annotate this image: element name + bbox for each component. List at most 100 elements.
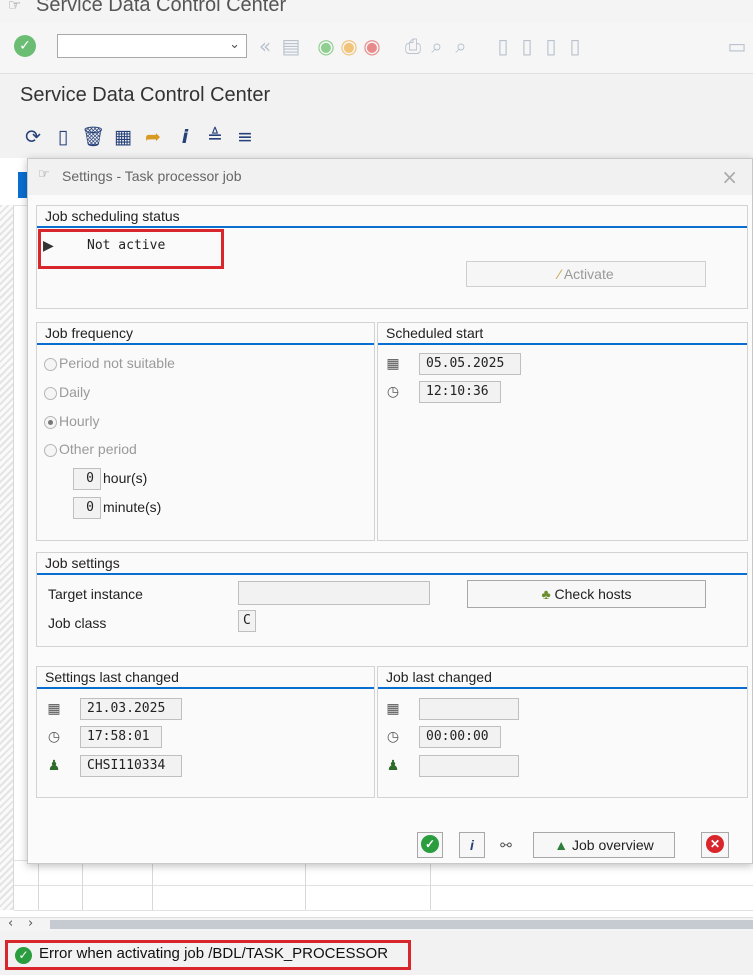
grid-line (82, 860, 83, 910)
back-icon[interactable]: ◉ (315, 34, 337, 58)
group-heading-text: Job scheduling status (45, 208, 180, 224)
first-page-icon[interactable]: ▯ (492, 34, 514, 58)
app-title: Service Data Control Center (20, 84, 271, 106)
radio-label: Other period (59, 441, 137, 457)
chevron-down-icon[interactable]: ⌄ (229, 37, 240, 52)
command-field[interactable]: ⌄ (57, 34, 247, 58)
close-icon[interactable]: × (721, 165, 738, 189)
minutes-input[interactable]: 0 (73, 497, 101, 519)
find-icon[interactable]: ⌕ (426, 34, 448, 58)
job-frequency-group: Job frequency Period not suitable Daily … (36, 322, 375, 541)
job-changed-user-field[interactable] (419, 755, 519, 777)
new-session-icon[interactable]: ▭ (726, 34, 748, 58)
job-overview-icon: ▲ (554, 837, 573, 853)
cancel-icon: ✕ (706, 835, 724, 853)
group-heading: Job scheduling status (37, 206, 747, 228)
grid-line (152, 860, 153, 910)
radio-label: Period not suitable (59, 355, 175, 371)
exit-icon[interactable]: ◉ (338, 34, 360, 58)
group-heading-text: Settings last changed (45, 669, 179, 685)
grid-line (430, 860, 431, 910)
print-icon[interactable]: ⎙ (402, 34, 424, 58)
window-menu-icon[interactable]: ☞ (8, 0, 21, 14)
refresh-icon[interactable]: ⟳ (20, 124, 46, 150)
scroll-right-icon[interactable]: › (28, 916, 33, 931)
activate-button-label: Activate (563, 266, 614, 282)
system-toolbar: ✓ ⌄ « ▤ ◉ ◉ ◉ ⎙ ⌕ ⌕ ▯ ▯ ▯ ▯ ▭ (0, 22, 753, 74)
dialog-title: Settings - Task processor job (62, 168, 242, 184)
next-page-icon[interactable]: ▯ (540, 34, 562, 58)
horizontal-scrollbar[interactable]: ‹ › (0, 916, 753, 931)
activate-button[interactable]: ⁄ Activate (466, 261, 706, 287)
job-overview-button[interactable]: ▲ Job overview (533, 832, 675, 858)
cancel-icon[interactable]: ◉ (361, 34, 383, 58)
hours-input[interactable]: 0 (73, 468, 101, 490)
details-icon[interactable]: ▦ (110, 124, 136, 150)
technical-settings-button[interactable]: ⚯ (493, 832, 519, 858)
grid-line (38, 860, 39, 910)
app-title-bar: Service Data Control Center (0, 74, 753, 120)
scheduled-time-field[interactable]: 12:10:36 (419, 381, 501, 403)
job-class-label: Job class (48, 615, 107, 631)
dialog-titlebar: ☞ Settings - Task processor job × (28, 159, 752, 195)
target-instance-field[interactable] (238, 581, 430, 605)
scrollbar-thumb[interactable] (50, 920, 753, 929)
group-heading: Job last changed (378, 667, 747, 689)
new-document-icon[interactable]: ▯ (50, 124, 76, 150)
group-heading: Job settings (37, 553, 747, 575)
find-next-icon[interactable]: ⌕ (450, 34, 472, 58)
confirm-button[interactable]: ✓ (417, 832, 443, 858)
radio-label: Hourly (59, 413, 100, 429)
settings-changed-user-field[interactable]: CHSI110334 (80, 755, 182, 777)
delete-icon[interactable]: 🗑 (80, 124, 106, 150)
target-instance-label: Target instance (48, 586, 143, 602)
radio-period-not-suitable[interactable] (44, 358, 57, 371)
scroll-left-icon[interactable]: ‹ (8, 916, 13, 931)
dialog-menu-icon[interactable]: ☞ (38, 167, 50, 182)
application-toolbar: ⟳ ▯ 🗑 ▦ ➦ i ≜ ≡ (0, 120, 753, 158)
job-changed-date-field[interactable] (419, 698, 519, 720)
settings-dialog: ☞ Settings - Task processor job × Job sc… (27, 158, 753, 864)
radio-hourly[interactable] (44, 416, 57, 429)
info-icon[interactable]: i (172, 124, 198, 150)
save-icon[interactable]: ▤ (280, 34, 302, 58)
radio-daily[interactable] (44, 387, 57, 400)
filter-icon[interactable]: ≡ (232, 124, 258, 150)
status-message-highlight[interactable]: ✓ Error when activating job /BDL/TASK_PR… (5, 940, 411, 970)
group-heading: Scheduled start (378, 323, 747, 345)
previous-page-icon[interactable]: ▯ (516, 34, 538, 58)
info-icon: i (470, 837, 474, 853)
settings-changed-date-field[interactable]: 21.03.2025 (80, 698, 182, 720)
clock-icon: ◷ (47, 729, 61, 745)
check-hosts-button[interactable]: ♣ Check hosts (467, 580, 706, 608)
radio-other-period[interactable] (44, 444, 57, 457)
calendar-icon: ▦ (47, 701, 61, 717)
sort-icon[interactable]: ≜ (202, 124, 228, 150)
row-selector-column (0, 205, 14, 910)
double-left-icon[interactable]: « (254, 34, 276, 58)
status-bar: ✓ Error when activating job /BDL/TASK_PR… (0, 931, 753, 975)
check-hosts-label: Check hosts (554, 586, 632, 602)
user-icon: ♟ (386, 758, 400, 774)
group-heading-text: Job settings (45, 555, 120, 571)
job-overview-label: Job overview (572, 837, 654, 853)
cancel-button[interactable]: ✕ (701, 832, 729, 858)
settings-changed-time-field[interactable]: 17:58:01 (80, 726, 162, 748)
last-page-icon[interactable]: ▯ (564, 34, 586, 58)
settings-last-changed-group: Settings last changed ▦ 21.03.2025 ◷ 17:… (36, 666, 375, 798)
export-icon[interactable]: ➦ (140, 124, 166, 150)
scheduled-start-group: Scheduled start ▦ 05.05.2025 ◷ 12:10:36 (377, 322, 748, 541)
status-message: Error when activating job /BDL/TASK_PROC… (39, 945, 389, 962)
group-heading: Job frequency (37, 323, 374, 345)
job-last-changed-group: Job last changed ▦ ◷ 00:00:00 ♟ (377, 666, 748, 798)
group-heading-text: Scheduled start (386, 325, 484, 341)
job-changed-time-field[interactable]: 00:00:00 (419, 726, 501, 748)
window-title: Service Data Control Center (36, 0, 287, 16)
grid-line (14, 910, 753, 911)
clock-icon: ◷ (386, 729, 400, 745)
job-class-field[interactable]: C (238, 610, 256, 632)
info-button[interactable]: i (459, 832, 485, 858)
enter-icon[interactable]: ✓ (14, 35, 36, 57)
scheduled-date-field[interactable]: 05.05.2025 (419, 353, 521, 375)
group-heading-text: Job last changed (386, 669, 492, 685)
